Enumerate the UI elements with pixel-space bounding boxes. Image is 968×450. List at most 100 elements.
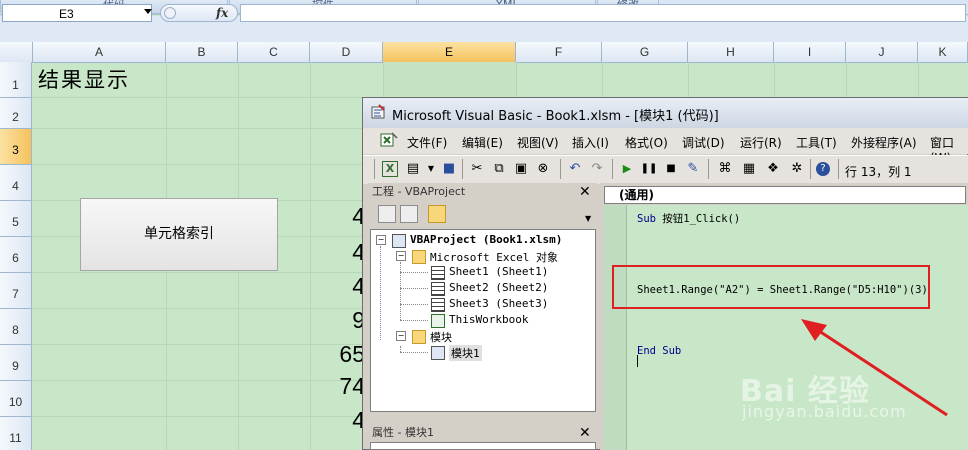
row-header-4[interactable]: 4 [0, 165, 32, 201]
menu-edit[interactable]: 编辑(E) [462, 134, 503, 151]
collapse-icon[interactable]: − [376, 235, 386, 245]
formula-expand-icon[interactable] [164, 7, 176, 19]
column-header-h[interactable]: H [688, 42, 774, 62]
panel-splitter[interactable] [368, 412, 597, 424]
cut-icon[interactable]: ✂ [468, 160, 486, 178]
module-icon [431, 346, 445, 360]
project-explorer-icon[interactable]: ⌘ [716, 160, 734, 178]
row-header-10[interactable]: 10 [0, 381, 32, 417]
design-mode-icon[interactable]: ✎ [684, 160, 702, 178]
tree-modules-folder[interactable]: 模块 [430, 329, 452, 345]
name-box[interactable]: E3 [2, 4, 152, 22]
tree-line [400, 288, 428, 289]
toolbox-icon[interactable]: ✲ [788, 160, 806, 178]
column-header-f[interactable]: F [516, 42, 602, 62]
column-header-c[interactable]: C [238, 42, 310, 62]
run-icon[interactable]: ▶ [618, 160, 636, 178]
tree-module1[interactable]: 模块1 [449, 345, 482, 361]
properties-panel-title: 属性 - 模块1 [368, 424, 597, 441]
column-header-i[interactable]: I [774, 42, 846, 62]
code-margin[interactable] [604, 205, 627, 450]
column-header-g[interactable]: G [602, 42, 688, 62]
tree-sheet3[interactable]: Sheet3 (Sheet3) [449, 297, 548, 310]
pause-icon[interactable]: ❚❚ [640, 160, 658, 178]
collapse-icon[interactable]: − [396, 251, 406, 261]
column-header-b[interactable]: B [166, 42, 238, 62]
column-header-k[interactable]: K [918, 42, 968, 62]
view-object-icon[interactable] [400, 205, 418, 223]
menu-run[interactable]: 运行(R) [740, 134, 782, 151]
worksheet-icon [431, 282, 445, 296]
panel-scroll-icon[interactable]: ▼ [585, 214, 591, 223]
tree-line [400, 304, 428, 305]
title-cell[interactable]: 结果显示 [38, 64, 130, 94]
select-all-corner[interactable] [0, 42, 33, 62]
tree-sheet2[interactable]: Sheet2 (Sheet2) [449, 281, 548, 294]
view-excel-icon[interactable]: X [382, 161, 398, 177]
toolbar-separator [560, 159, 561, 179]
stop-icon[interactable]: ■ [662, 160, 680, 178]
cell-index-button[interactable]: 单元格索引 [80, 198, 278, 271]
tree-thisworkbook[interactable]: ThisWorkbook [449, 313, 528, 326]
cursor-position: 行 13，列 1 [845, 165, 912, 179]
menu-view[interactable]: 视图(V) [517, 134, 559, 151]
object-browser-icon[interactable]: ❖ [764, 160, 782, 178]
row-header-9[interactable]: 9 [0, 345, 32, 381]
column-header-d[interactable]: D [310, 42, 383, 62]
workbook-icon [431, 314, 445, 328]
column-header-row: A B C D E F G H I J K [0, 42, 968, 63]
row-header-3[interactable]: 3 [0, 129, 32, 165]
menu-addins[interactable]: 外接程序(A) [851, 134, 917, 151]
row-header-11[interactable]: 11 [0, 417, 32, 450]
code-sub-name: 按钮1_Click() [655, 213, 741, 225]
menu-insert[interactable]: 插入(I) [572, 134, 609, 151]
collapse-icon[interactable]: − [396, 331, 406, 341]
tree-line [400, 272, 428, 273]
tree-line [400, 320, 428, 321]
row-header-1[interactable]: 1 [0, 62, 32, 98]
row-header-2[interactable]: 2 [0, 98, 32, 129]
insert-function-button[interactable]: fx [216, 6, 228, 20]
row-header-7[interactable]: 7 [0, 273, 32, 309]
column-header-j[interactable]: J [846, 42, 918, 62]
find-icon[interactable]: ⊗ [534, 160, 552, 178]
toolbar-separator [462, 159, 463, 179]
insert-module-icon[interactable]: ▤ [404, 160, 422, 178]
insert-dropdown-icon[interactable]: ▼ [422, 160, 440, 178]
undo-icon[interactable]: ↶ [566, 160, 584, 178]
name-box-dropdown-icon[interactable] [144, 9, 152, 14]
tree-line [380, 246, 381, 340]
row-header-6[interactable]: 6 [0, 237, 32, 273]
vba-excel-icon[interactable] [380, 132, 398, 148]
menu-format[interactable]: 格式(O) [625, 134, 668, 151]
help-icon[interactable]: ? [816, 162, 830, 176]
row-header-8[interactable]: 8 [0, 309, 32, 345]
code-line-end-sub: End Sub [637, 345, 682, 357]
tree-sheet1[interactable]: Sheet1 (Sheet1) [449, 265, 548, 278]
tree-excel-objects[interactable]: Microsoft Excel 对象 [430, 249, 558, 265]
formula-input[interactable] [240, 4, 966, 22]
vba-app-icon [371, 104, 385, 119]
column-header-a[interactable]: A [33, 42, 166, 62]
paste-icon[interactable]: ▣ [512, 160, 530, 178]
tree-vbaproject[interactable]: VBAProject (Book1.xlsm) [410, 233, 562, 246]
view-code-icon[interactable] [378, 205, 396, 223]
menu-file[interactable]: 文件(F) [407, 134, 447, 151]
object-dropdown[interactable]: (通用) [604, 186, 966, 204]
properties-window-icon[interactable]: ▦ [740, 160, 758, 178]
copy-icon[interactable]: ⧉ [490, 160, 508, 178]
project-panel-close-icon[interactable]: ✕ [579, 184, 591, 200]
menu-tools[interactable]: 工具(T) [796, 134, 837, 151]
redo-icon[interactable]: ↷ [588, 160, 606, 178]
properties-panel-close-icon[interactable]: ✕ [579, 425, 591, 441]
folder-icon [412, 330, 426, 344]
toggle-folders-icon[interactable] [428, 205, 446, 223]
toolbar-separator [708, 159, 709, 179]
menu-debug[interactable]: 调试(D) [682, 134, 725, 151]
row-header-5[interactable]: 5 [0, 201, 32, 237]
save-icon[interactable]: ■ [440, 160, 458, 178]
toolbar-separator [810, 159, 811, 179]
vba-project-icon [392, 234, 406, 248]
column-header-e[interactable]: E [383, 42, 516, 62]
worksheet-icon [431, 298, 445, 312]
